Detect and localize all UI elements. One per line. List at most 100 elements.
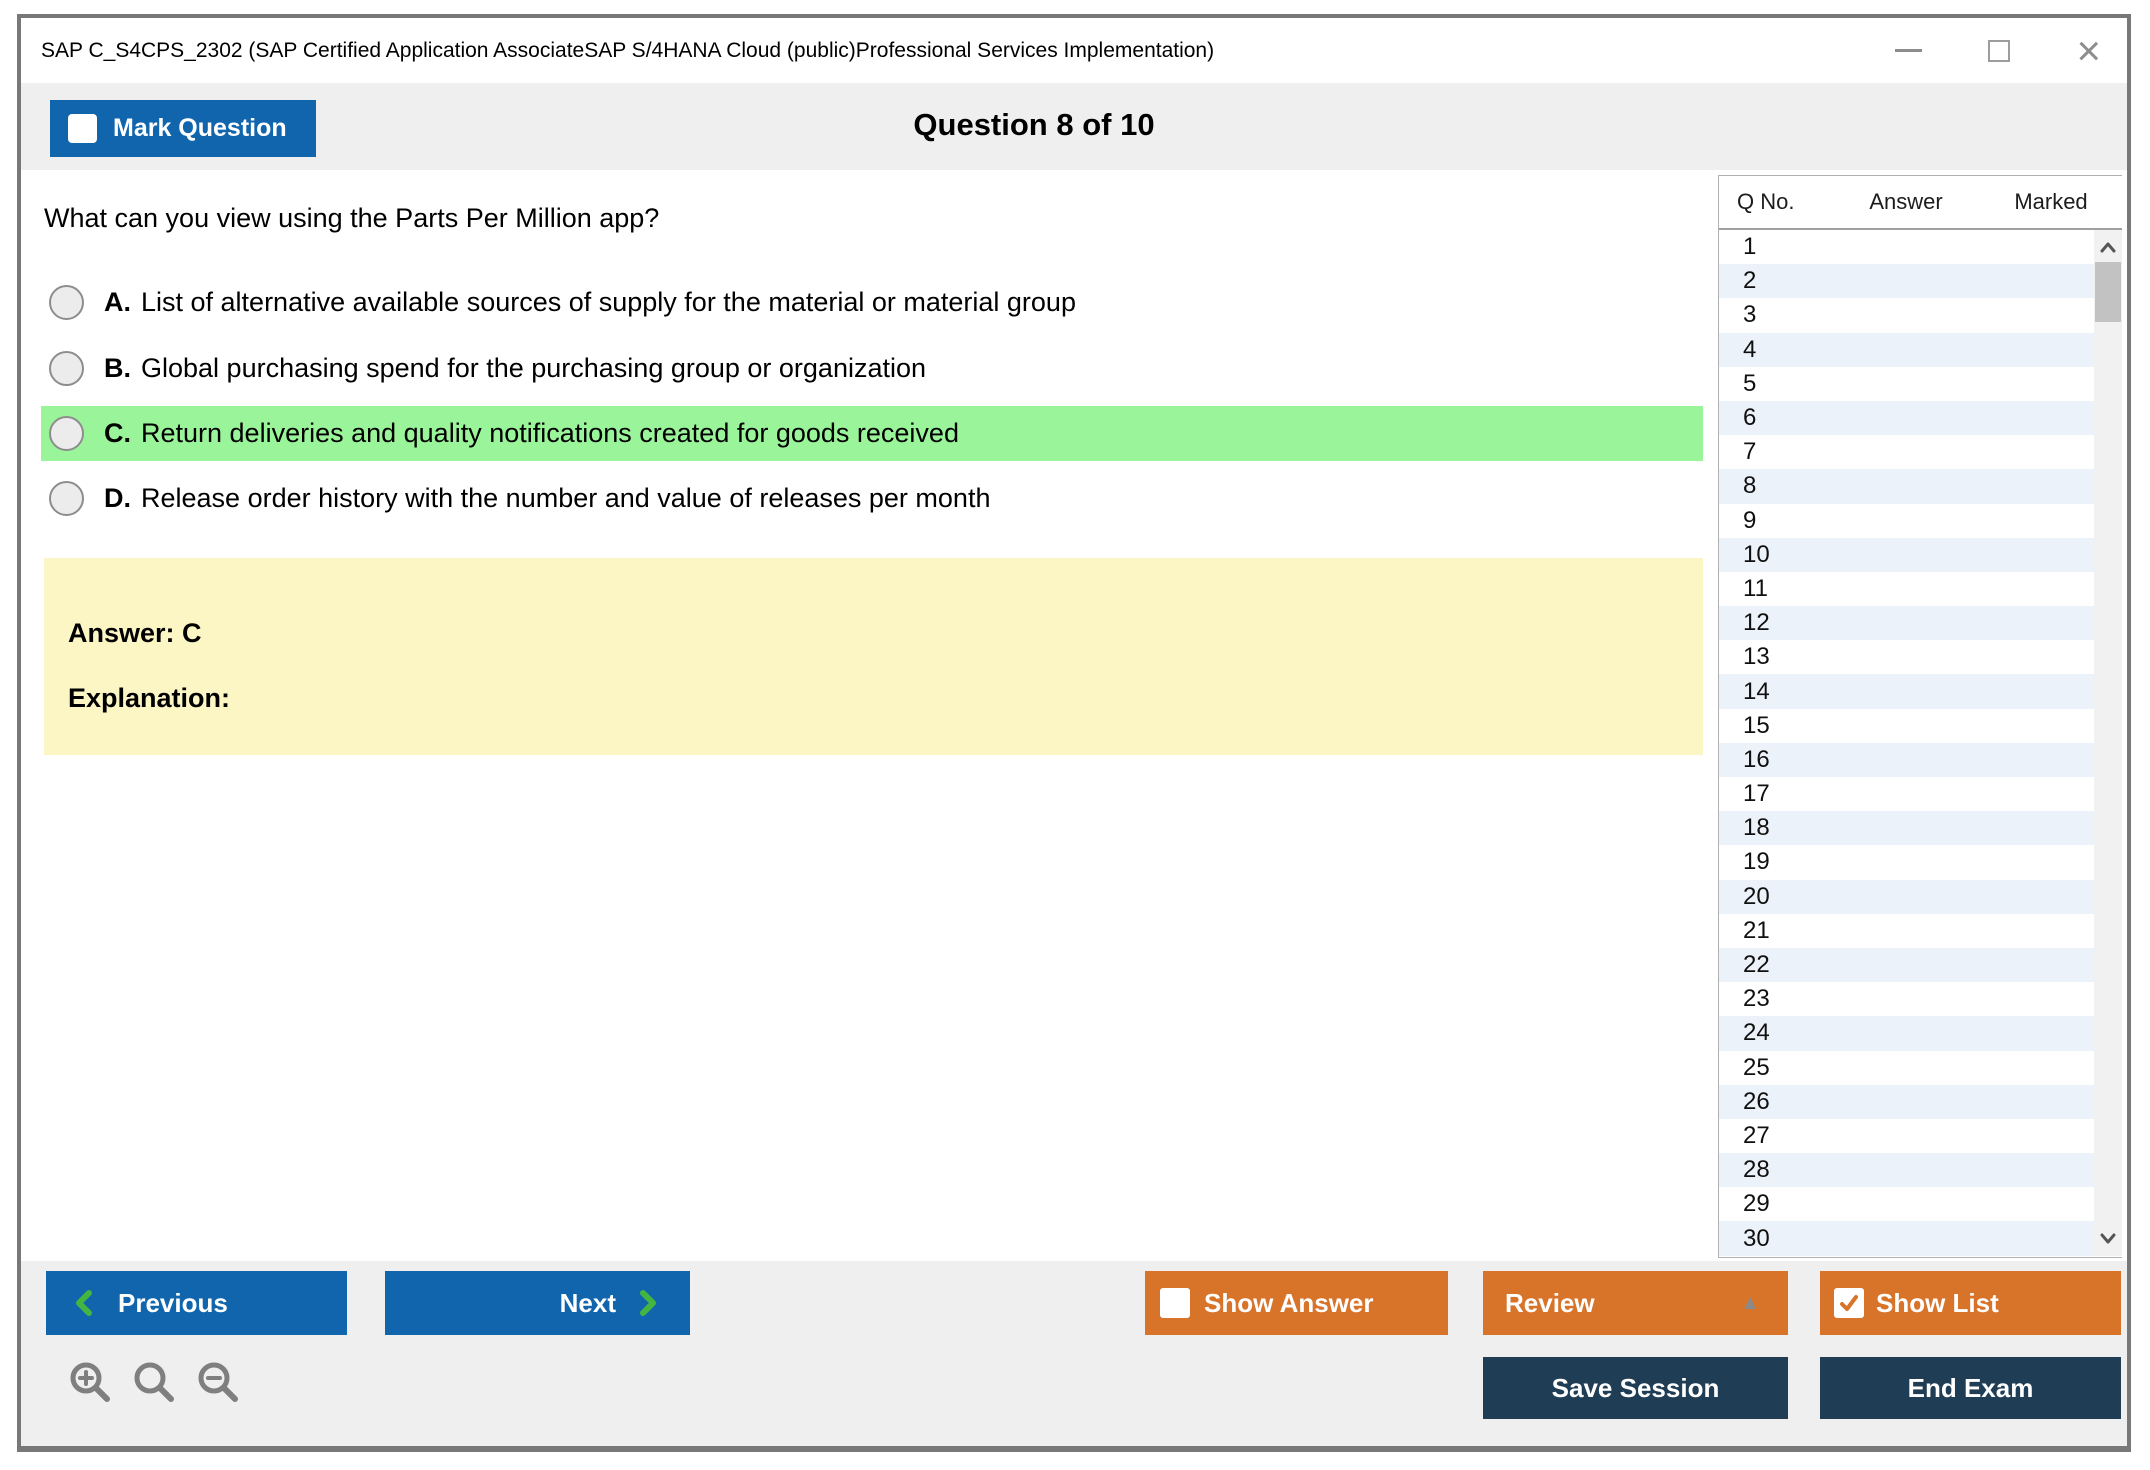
question-list-row[interactable]: 1 — [1719, 230, 2094, 264]
question-number: 28 — [1743, 1156, 1770, 1184]
question-list-row[interactable]: 7 — [1719, 435, 2094, 469]
review-button[interactable]: Review ▲ — [1483, 1271, 1788, 1335]
minimize-icon — [1895, 49, 1922, 52]
question-number: 14 — [1743, 678, 1770, 706]
title-bar: SAP C_S4CPS_2302 (SAP Certified Applicat… — [21, 18, 2127, 83]
question-list-row[interactable]: 24 — [1719, 1016, 2094, 1050]
chevron-left-icon — [74, 1290, 94, 1316]
zoom-out-icon[interactable] — [195, 1359, 241, 1405]
question-list: 1234567891011121314151617181920212223242… — [1719, 230, 2094, 1256]
question-list-row[interactable]: 28 — [1719, 1153, 2094, 1187]
option-b[interactable]: B. Global purchasing spend for the purch… — [41, 341, 1703, 396]
question-list-body: 1234567891011121314151617181920212223242… — [1719, 230, 2122, 1256]
option-c[interactable]: C. Return deliveries and quality notific… — [41, 406, 1703, 461]
end-exam-label: End Exam — [1908, 1373, 2034, 1404]
option-text: Global purchasing spend for the purchasi… — [141, 353, 926, 384]
option-letter: C. — [104, 418, 131, 449]
question-number: 24 — [1743, 1019, 1770, 1047]
option-letter: A. — [104, 287, 131, 318]
save-session-button[interactable]: Save Session — [1483, 1357, 1788, 1419]
question-list-row[interactable]: 2 — [1719, 264, 2094, 298]
question-list-row[interactable]: 23 — [1719, 982, 2094, 1016]
question-list-row[interactable]: 21 — [1719, 914, 2094, 948]
question-list-row[interactable]: 15 — [1719, 709, 2094, 743]
show-list-checkbox[interactable] — [1834, 1288, 1864, 1318]
review-label: Review — [1505, 1288, 1595, 1319]
question-list-row[interactable]: 10 — [1719, 538, 2094, 572]
option-d[interactable]: D. Release order history with the number… — [41, 471, 1703, 526]
question-counter: Question 8 of 10 — [21, 107, 2047, 143]
question-number: 20 — [1743, 883, 1770, 911]
zoom-reset-icon[interactable] — [131, 1359, 177, 1405]
option-letter: D. — [104, 483, 131, 514]
footer-bar: Previous Next Show Answer Review ▲ Show … — [21, 1261, 2127, 1446]
show-answer-checkbox[interactable] — [1160, 1288, 1190, 1318]
question-list-row[interactable]: 5 — [1719, 367, 2094, 401]
next-button[interactable]: Next — [385, 1271, 690, 1335]
minimize-button[interactable] — [1895, 49, 1922, 52]
question-list-row[interactable]: 30 — [1719, 1221, 2094, 1255]
question-list-row[interactable]: 3 — [1719, 298, 2094, 332]
previous-button[interactable]: Previous — [46, 1271, 347, 1335]
question-number: 4 — [1743, 336, 1756, 364]
show-answer-label: Show Answer — [1204, 1288, 1374, 1319]
save-session-label: Save Session — [1552, 1373, 1720, 1404]
explanation-label: Explanation: — [68, 683, 1703, 714]
scroll-up-button[interactable] — [2094, 236, 2122, 260]
question-list-row[interactable]: 18 — [1719, 811, 2094, 845]
scroll-down-button[interactable] — [2094, 1226, 2122, 1250]
question-number: 29 — [1743, 1190, 1770, 1218]
question-list-row[interactable]: 16 — [1719, 743, 2094, 777]
next-label: Next — [560, 1288, 616, 1319]
question-number: 26 — [1743, 1088, 1770, 1116]
question-number: 1 — [1743, 233, 1756, 261]
option-a[interactable]: A. List of alternative available sources… — [41, 275, 1703, 330]
question-number: 18 — [1743, 814, 1770, 842]
show-answer-button[interactable]: Show Answer — [1145, 1271, 1448, 1335]
end-exam-button[interactable]: End Exam — [1820, 1357, 2121, 1419]
answer-panel: Answer: C Explanation: — [44, 558, 1703, 755]
question-number: 22 — [1743, 951, 1770, 979]
chevron-up-icon — [2100, 240, 2116, 256]
show-list-label: Show List — [1876, 1288, 1999, 1319]
question-number: 27 — [1743, 1122, 1770, 1150]
zoom-in-icon[interactable] — [67, 1359, 113, 1405]
question-list-scrollbar[interactable] — [2094, 230, 2122, 1256]
chevron-down-icon — [2100, 1230, 2116, 1246]
option-c-radio[interactable] — [49, 416, 84, 451]
show-list-button[interactable]: Show List — [1820, 1271, 2121, 1335]
question-list-row[interactable]: 8 — [1719, 469, 2094, 503]
question-list-row[interactable]: 9 — [1719, 504, 2094, 538]
question-list-row[interactable]: 26 — [1719, 1085, 2094, 1119]
question-number: 9 — [1743, 507, 1756, 535]
question-list-row[interactable]: 29 — [1719, 1187, 2094, 1221]
maximize-button[interactable] — [1988, 40, 2010, 62]
question-list-row[interactable]: 20 — [1719, 880, 2094, 914]
question-list-row[interactable]: 13 — [1719, 640, 2094, 674]
question-list-row[interactable]: 14 — [1719, 674, 2094, 708]
question-list-row[interactable]: 27 — [1719, 1119, 2094, 1153]
question-list-row[interactable]: 11 — [1719, 572, 2094, 606]
option-b-radio[interactable] — [49, 351, 84, 386]
question-list-row[interactable]: 17 — [1719, 777, 2094, 811]
scrollbar-thumb[interactable] — [2095, 262, 2121, 322]
question-list-row[interactable]: 6 — [1719, 401, 2094, 435]
question-list-row[interactable]: 19 — [1719, 845, 2094, 879]
question-number: 5 — [1743, 370, 1756, 398]
column-qno: Q No. — [1719, 189, 1831, 215]
option-a-radio[interactable] — [49, 285, 84, 320]
header-strip: Mark Question Question 8 of 10 — [21, 83, 2127, 170]
question-list-row[interactable]: 22 — [1719, 948, 2094, 982]
question-list-row[interactable]: 25 — [1719, 1051, 2094, 1085]
answer-value: Answer: C — [68, 618, 1703, 649]
close-button[interactable]: × — [2076, 30, 2101, 72]
question-list-row[interactable]: 12 — [1719, 606, 2094, 640]
question-number: 30 — [1743, 1225, 1770, 1253]
option-d-radio[interactable] — [49, 481, 84, 516]
question-list-row[interactable]: 4 — [1719, 333, 2094, 367]
question-number: 10 — [1743, 541, 1770, 569]
question-number: 2 — [1743, 267, 1756, 295]
question-number: 6 — [1743, 404, 1756, 432]
question-number: 21 — [1743, 917, 1770, 945]
question-list-panel: Q No. Answer Marked 12345678910111213141… — [1718, 175, 2122, 1258]
